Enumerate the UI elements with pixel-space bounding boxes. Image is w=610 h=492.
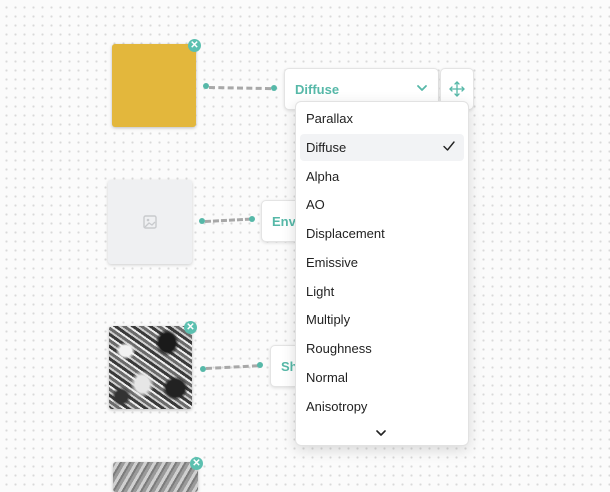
dropdown-option-roughness[interactable]: Roughness (300, 335, 464, 362)
dropdown-option-anisotropy[interactable]: Anisotropy (300, 393, 464, 420)
connector-dot[interactable] (271, 85, 277, 91)
option-label: Normal (306, 370, 348, 385)
move-icon (449, 81, 465, 97)
chevron-down-icon (417, 85, 427, 91)
option-label: Diffuse (306, 140, 347, 155)
option-label: AO (306, 197, 325, 212)
dropdown-option-emissive[interactable]: Emissive (300, 249, 464, 276)
option-label: Roughness (306, 341, 372, 356)
option-label: Anisotropy (306, 399, 368, 414)
close-icon[interactable]: ✕ (184, 321, 197, 334)
texture-tile-image[interactable] (113, 462, 198, 492)
dropdown-option-diffuse[interactable]: Diffuse (300, 134, 464, 161)
image-placeholder-icon (143, 215, 157, 229)
dropdown-option-ao[interactable]: AO (300, 191, 464, 218)
option-label: Emissive (306, 255, 359, 270)
texture-tile-color[interactable] (112, 44, 196, 127)
dropdown-option-multiply[interactable]: Multiply (300, 306, 464, 333)
dropdown-option-normal[interactable]: Normal (300, 364, 464, 391)
map-type-selected: Diffuse (295, 82, 340, 97)
dropdown-option-parallax[interactable]: Parallax (300, 105, 464, 132)
option-label: Alpha (306, 169, 340, 184)
connector-line (204, 217, 252, 223)
dropdown-option-light[interactable]: Light (300, 278, 464, 305)
dropdown-option-alpha[interactable]: Alpha (300, 163, 464, 190)
texture-tile-image[interactable] (109, 326, 192, 409)
connector-line (205, 364, 259, 370)
scroll-more-chevron-icon[interactable] (374, 427, 388, 439)
map-type-dropdown: Parallax Diffuse Alpha AO Displacement E… (295, 101, 469, 446)
option-label: Parallax (306, 111, 353, 126)
connector-dot[interactable] (249, 216, 255, 222)
option-label: Light (306, 284, 335, 299)
checkmark-icon (443, 141, 455, 151)
option-label: Multiply (306, 312, 351, 327)
option-label: Displacement (306, 226, 385, 241)
dropdown-option-displacement[interactable]: Displacement (300, 220, 464, 247)
connector-line (208, 86, 272, 91)
connector-dot[interactable] (257, 362, 263, 368)
close-icon[interactable]: ✕ (190, 457, 203, 470)
texture-tile-empty[interactable] (108, 180, 192, 264)
close-icon[interactable]: ✕ (188, 39, 201, 52)
